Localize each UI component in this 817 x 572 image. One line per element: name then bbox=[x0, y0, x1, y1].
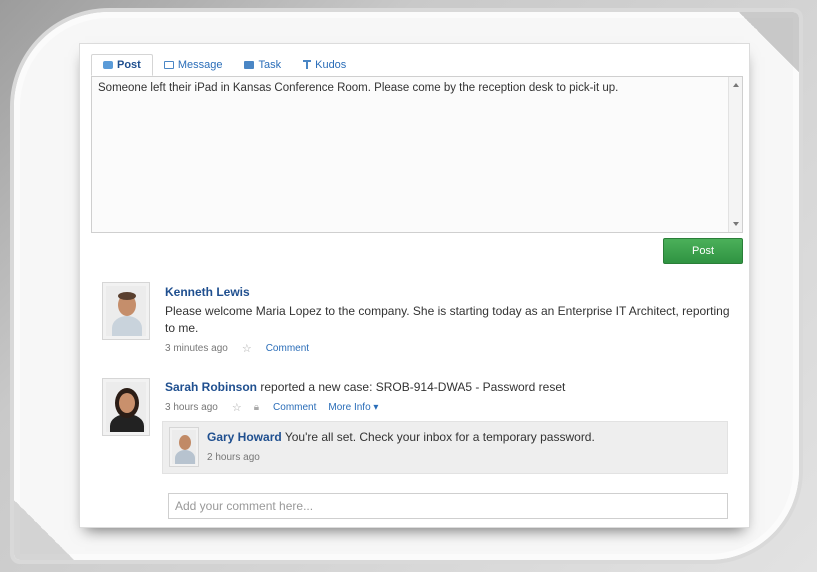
more-info-link[interactable]: More Info ▾ bbox=[328, 402, 378, 413]
post-icon bbox=[103, 60, 113, 69]
tab-label: Message bbox=[177, 58, 223, 71]
avatar[interactable] bbox=[102, 378, 150, 436]
post-button[interactable]: Post bbox=[663, 238, 743, 264]
feed-author-name[interactable]: Sarah Robinson bbox=[165, 380, 257, 394]
tab-label: Kudos bbox=[315, 58, 347, 71]
feed-item: Kenneth Lewis Please welcome Maria Lopez… bbox=[165, 285, 735, 355]
task-icon bbox=[244, 60, 255, 69]
composer-tabs: Post Message Task Kudos bbox=[91, 54, 357, 76]
star-icon[interactable]: ☆ bbox=[232, 401, 242, 414]
avatar-photo bbox=[106, 382, 146, 432]
comment-input[interactable]: Add your comment here... bbox=[168, 493, 728, 519]
timestamp: 3 minutes ago bbox=[165, 343, 228, 354]
textarea-scrollbar[interactable] bbox=[728, 77, 742, 232]
avatar-photo bbox=[172, 430, 196, 464]
lock-icon[interactable]: 🔒︎ bbox=[254, 402, 259, 413]
avatar-photo bbox=[106, 286, 146, 336]
frame-corner-shadow bbox=[14, 500, 74, 560]
avatar[interactable] bbox=[102, 282, 150, 340]
kudos-icon bbox=[303, 60, 312, 69]
star-icon[interactable]: ☆ bbox=[242, 342, 252, 355]
reply-text: You're all set. Check your inbox for a t… bbox=[281, 430, 595, 444]
feed-item: Sarah Robinson reported a new case: SROB… bbox=[165, 379, 735, 414]
tab-kudos[interactable]: Kudos bbox=[292, 54, 357, 76]
timestamp: 2 hours ago bbox=[207, 452, 260, 463]
scroll-up-arrow-icon[interactable] bbox=[733, 83, 739, 87]
feed-post-text: Please welcome Maria Lopez to the compan… bbox=[165, 304, 730, 335]
comment-link[interactable]: Comment bbox=[273, 402, 316, 413]
reply-line: Gary Howard You're all set. Check your i… bbox=[207, 429, 717, 446]
feed-post-text: reported a new case: SROB-914-DWA5 - Pas… bbox=[257, 380, 566, 394]
timestamp: 3 hours ago bbox=[165, 402, 218, 413]
comment-link[interactable]: Comment bbox=[266, 343, 309, 354]
feed-post-line: Sarah Robinson reported a new case: SROB… bbox=[165, 379, 735, 396]
tab-label: Task bbox=[258, 58, 282, 71]
reply-item: Gary Howard You're all set. Check your i… bbox=[162, 421, 728, 474]
reply-content: Gary Howard You're all set. Check your i… bbox=[207, 429, 717, 463]
tab-task[interactable]: Task bbox=[233, 54, 292, 76]
feed-card: Post Message Task Kudos Someone left the… bbox=[79, 43, 750, 528]
avatar[interactable] bbox=[169, 427, 199, 467]
scroll-down-arrow-icon[interactable] bbox=[733, 222, 739, 226]
reply-author-name[interactable]: Gary Howard bbox=[207, 430, 282, 444]
message-icon bbox=[163, 60, 174, 69]
post-textarea-text: Someone left their iPad in Kansas Confer… bbox=[98, 82, 619, 94]
post-textarea[interactable]: Someone left their iPad in Kansas Confer… bbox=[91, 76, 743, 233]
feed-author-name[interactable]: Kenneth Lewis bbox=[165, 285, 735, 299]
tab-message[interactable]: Message bbox=[153, 54, 234, 76]
tab-post[interactable]: Post bbox=[91, 54, 153, 76]
feed-meta: 3 minutes ago ☆ Comment bbox=[165, 342, 735, 355]
reply-meta: 2 hours ago bbox=[207, 452, 717, 463]
tab-label: Post bbox=[117, 58, 141, 71]
feed-meta: 3 hours ago ☆ 🔒︎ Comment More Info ▾ bbox=[165, 401, 735, 414]
